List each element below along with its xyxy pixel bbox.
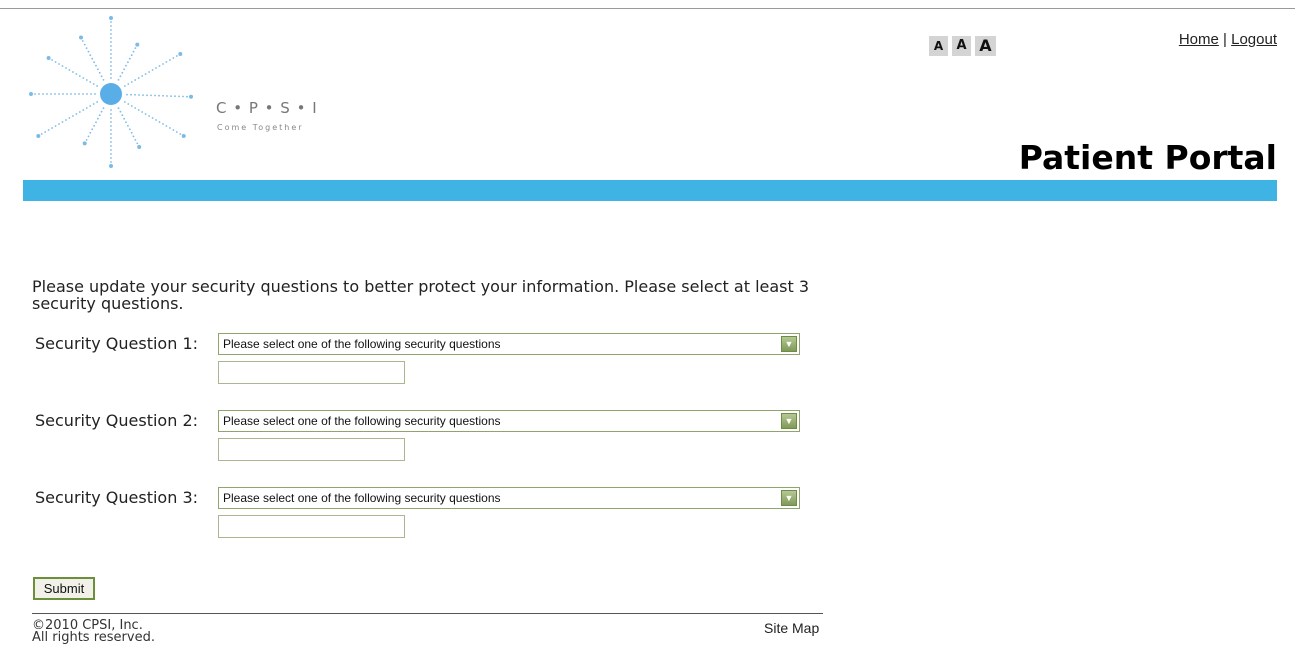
top-divider — [0, 8, 1295, 9]
font-size-small-button[interactable]: A — [929, 36, 948, 56]
copyright: ©2010 CPSI, Inc. All rights reserved. — [32, 619, 155, 645]
page-title: Patient Portal — [1018, 138, 1277, 177]
font-size-controls: A A A — [929, 36, 996, 56]
header-banner-bar — [23, 180, 1277, 201]
security-question-1-selected: Please select one of the following secur… — [223, 337, 501, 351]
site-map-link[interactable]: Site Map — [764, 620, 819, 636]
logo-tagline: Come Together — [217, 123, 304, 132]
intro-text: Please update your security questions to… — [32, 277, 810, 313]
logo-wordmark: C • P • S • I — [216, 99, 318, 117]
security-answer-3-input[interactable] — [218, 515, 405, 538]
font-size-medium-button[interactable]: A — [952, 36, 971, 56]
security-question-2-label: Security Question 2: — [35, 411, 199, 430]
security-question-2-select[interactable]: Please select one of the following secur… — [218, 410, 800, 432]
security-question-2-selected: Please select one of the following secur… — [223, 414, 501, 428]
security-answer-2-input[interactable] — [218, 438, 405, 461]
submit-button[interactable]: Submit — [33, 577, 95, 600]
security-question-1-select[interactable]: Please select one of the following secur… — [218, 333, 800, 355]
dropdown-arrow-icon: ▼ — [781, 336, 797, 352]
security-question-3-label: Security Question 3: — [35, 488, 199, 507]
security-answer-1-input[interactable] — [218, 361, 405, 384]
home-link[interactable]: Home — [1179, 31, 1219, 48]
dropdown-arrow-icon: ▼ — [781, 413, 797, 429]
footer-divider — [32, 613, 823, 614]
logout-link[interactable]: Logout — [1231, 31, 1277, 48]
cpsi-logo-icon — [29, 16, 193, 168]
link-separator: | — [1223, 31, 1227, 48]
top-links: Home | Logout — [1179, 31, 1277, 48]
dropdown-arrow-icon: ▼ — [781, 490, 797, 506]
security-question-1-label: Security Question 1: — [35, 334, 199, 353]
cpsi-logo: C • P • S • I Come Together — [24, 12, 324, 178]
security-question-3-selected: Please select one of the following secur… — [223, 491, 501, 505]
security-question-3-select[interactable]: Please select one of the following secur… — [218, 487, 800, 509]
copyright-line-2: All rights reserved. — [32, 630, 155, 645]
font-size-large-button[interactable]: A — [975, 36, 996, 56]
